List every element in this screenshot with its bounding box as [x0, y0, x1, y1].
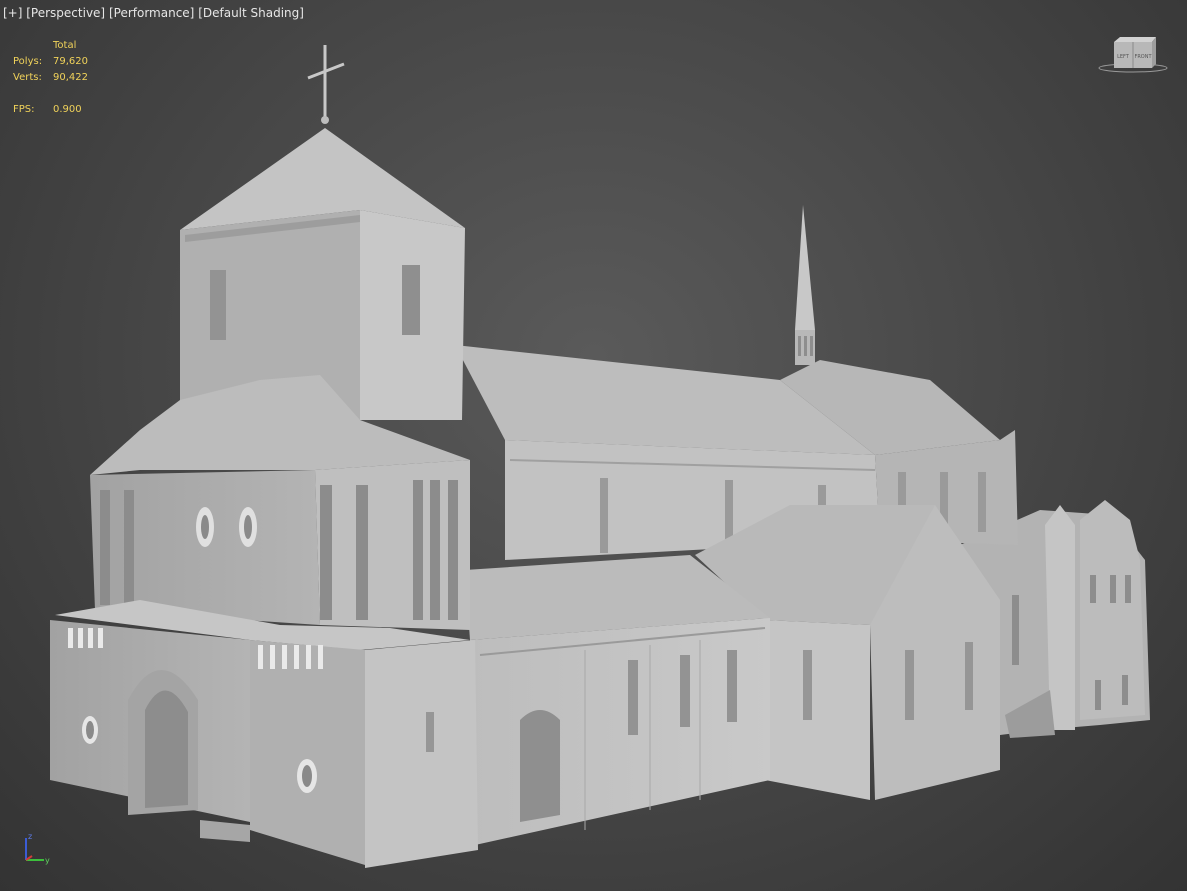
church-model[interactable] — [0, 0, 1187, 891]
polys-value: 79,620 — [53, 56, 88, 67]
viewport-statistics: Total Polys: 79,620 Verts: 90,422 FPS: 0.90… — [13, 38, 113, 118]
axis-y-label: y — [45, 856, 50, 865]
verts-value: 90,422 — [53, 72, 88, 83]
viewport-plus-menu[interactable]: [+] — [3, 6, 22, 20]
perspective-viewport[interactable]: [+] [Perspective] [Performance] [Default… — [0, 0, 1187, 891]
viewcube[interactable]: LEFT FRONT — [1098, 34, 1168, 76]
side-aisle — [465, 555, 770, 845]
axis-tripod-icon: z y — [25, 832, 50, 865]
viewcube-left-face[interactable]: LEFT — [1117, 54, 1130, 60]
fps-label: FPS: — [13, 104, 35, 115]
stats-header: Total — [53, 40, 77, 51]
polys-label: Polys: — [13, 56, 43, 67]
viewport-shading-menu[interactable]: [Default Shading] — [198, 6, 304, 20]
viewport-pov-menu[interactable]: [Perspective] — [26, 6, 105, 20]
west-porch — [50, 600, 478, 868]
axis-z-label: z — [28, 832, 32, 841]
viewport-performance-menu[interactable]: [Performance] — [109, 6, 194, 20]
viewcube-front-face[interactable]: FRONT — [1134, 54, 1152, 60]
fps-value: 0.900 — [53, 104, 82, 115]
viewport-label-menu[interactable]: [+] [Perspective] [Performance] [Default… — [3, 6, 304, 20]
verts-label: Verts: — [13, 72, 42, 83]
cross — [307, 45, 345, 118]
